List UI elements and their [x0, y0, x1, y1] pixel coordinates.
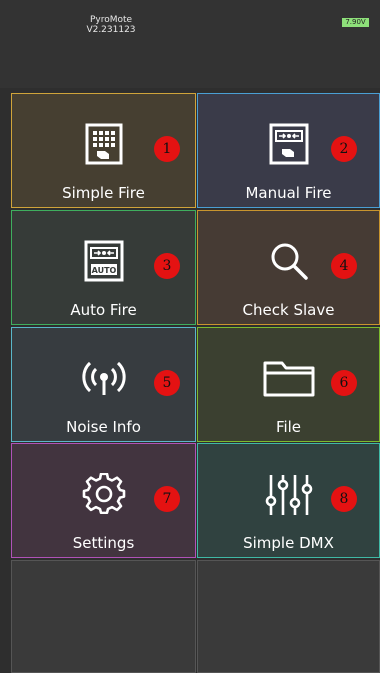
svg-text:AUTO: AUTO	[91, 266, 116, 275]
tile-file[interactable]: 6 File	[197, 327, 380, 442]
tile-number-badge: 1	[154, 136, 180, 162]
folder-icon	[263, 361, 314, 397]
sliders-icon	[265, 475, 312, 515]
tile-number-badge: 2	[331, 136, 357, 162]
tile-label: File	[275, 418, 302, 436]
tile-label: Noise Info	[66, 418, 141, 436]
tile-number-badge: 4	[331, 253, 357, 279]
battery-voltage-badge: 7.90V	[342, 18, 369, 27]
tile-noise-info[interactable]: 5 Noise Info	[11, 327, 196, 442]
keypad-hand-icon	[85, 123, 122, 165]
app-name: PyroMote	[89, 15, 133, 25]
tile-label: Auto Fire	[70, 301, 137, 319]
tile-simple-dmx[interactable]: 8 Simple DMX	[197, 443, 380, 558]
tile-number-badge: 8	[331, 486, 357, 512]
tile-empty-right	[197, 560, 380, 673]
app-version: V2.231123	[86, 25, 136, 35]
tile-number-badge: 6	[331, 370, 357, 396]
tile-label: Check Slave	[242, 301, 335, 319]
tile-auto-fire[interactable]: AUTO 3 Auto Fire	[11, 210, 196, 325]
tile-settings[interactable]: 7 Settings	[11, 443, 196, 558]
tile-label: Manual Fire	[245, 184, 332, 202]
manual-fire-icon	[269, 123, 308, 165]
tile-number-badge: 7	[154, 486, 180, 512]
app-title: PyroMote V2.231123	[0, 15, 222, 35]
tile-number-badge: 5	[154, 370, 180, 396]
tile-number-badge: 3	[154, 253, 180, 279]
tile-empty-left	[11, 560, 196, 673]
tile-check-slave[interactable]: 4 Check Slave	[197, 210, 380, 325]
tile-label: Settings	[72, 534, 135, 552]
gear-icon	[82, 473, 125, 515]
signal-antenna-icon	[81, 361, 126, 395]
status-header: PyroMote V2.231123 7.90V	[0, 0, 380, 88]
magnifier-icon	[271, 243, 308, 280]
tile-label: Simple Fire	[62, 184, 145, 202]
tile-simple-fire[interactable]: 1 Simple Fire	[11, 93, 196, 208]
tile-label: Simple DMX	[243, 534, 334, 552]
tile-manual-fire[interactable]: 2 Manual Fire	[197, 93, 380, 208]
auto-fire-icon: AUTO	[84, 240, 123, 282]
